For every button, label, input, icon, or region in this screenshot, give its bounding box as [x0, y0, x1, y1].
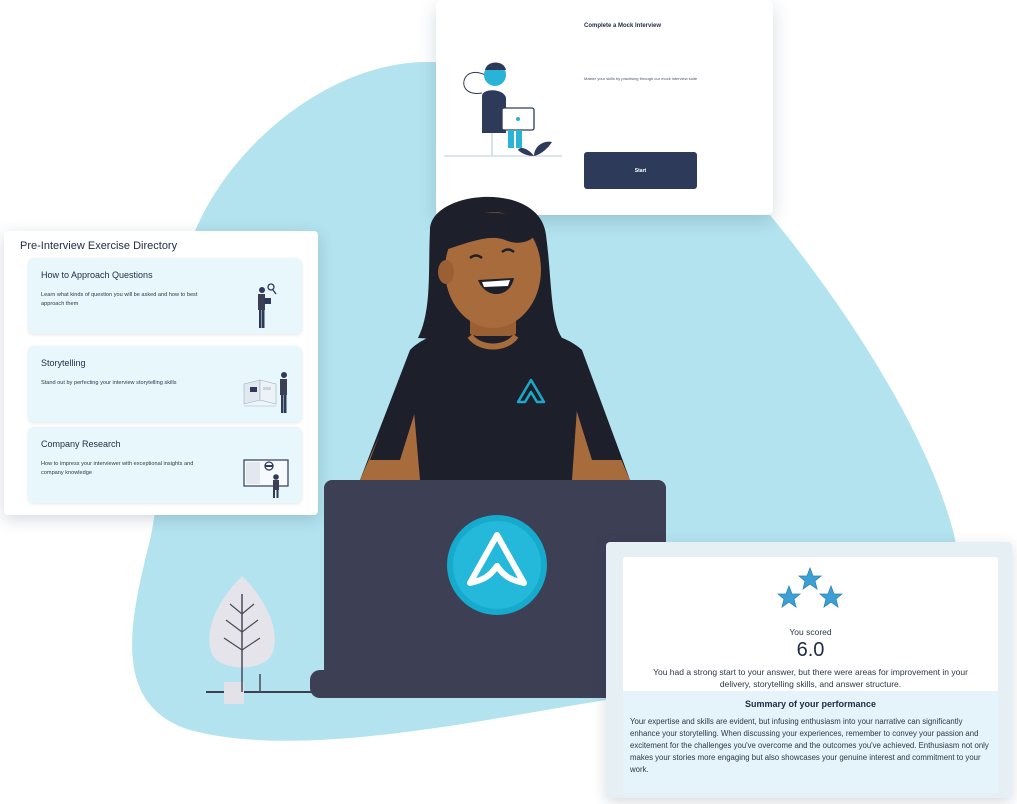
summary-body: Your expertise and skills are evident, b… — [630, 717, 989, 775]
directory-item-description: Stand out by perfecting your interview s… — [41, 380, 177, 386]
score-panel: You scored 6.0 You had a strong start to… — [606, 542, 1012, 798]
directory-item-company-research[interactable]: Company Research How to impress your int… — [28, 427, 302, 503]
performance-summary: Summary of your performance Your experti… — [623, 691, 998, 793]
leaf-tree-illustration — [206, 576, 312, 704]
start-button[interactable]: Start — [584, 152, 697, 189]
directory-title: Pre-Interview Exercise Directory — [20, 240, 178, 252]
directory-item-storytelling[interactable]: Storytelling Stand out by perfecting you… — [28, 346, 302, 422]
person-with-screen-illustration — [243, 459, 289, 498]
directory-item-approach-questions[interactable]: How to Approach Questions Learn what kin… — [28, 258, 302, 334]
directory-item-title: Company Research — [41, 439, 121, 449]
person-with-book-illustration — [243, 372, 287, 413]
summary-title: Summary of your performance — [744, 699, 877, 709]
mock-interview-description: Master your skills by practising through… — [584, 76, 698, 81]
directory-item-title: How to Approach Questions — [41, 270, 153, 280]
directory-item-title: Storytelling — [41, 358, 86, 368]
exercise-directory-panel: Pre-Interview Exercise Directory How to … — [4, 231, 318, 515]
mock-interview-card: Complete a Mock Interview Master your sk… — [436, 0, 773, 215]
score-card: You scored 6.0 You had a strong start to… — [623, 557, 998, 793]
directory-item-description: How to impress your interviewer with exc… — [41, 461, 194, 476]
smiling-woman-illustration — [360, 196, 630, 480]
score-label: You scored — [789, 627, 832, 637]
score-message: You had a strong start to your answer, b… — [653, 667, 968, 689]
directory-item-description: Learn what kinds of question you will be… — [41, 292, 198, 307]
score-value: 6.0 — [796, 639, 825, 661]
three-stars-icon — [777, 567, 843, 608]
mock-interview-title: Complete a Mock Interview — [584, 23, 662, 29]
person-with-magnifier-illustration — [258, 283, 277, 328]
person-with-laptop-illustration — [444, 62, 562, 157]
